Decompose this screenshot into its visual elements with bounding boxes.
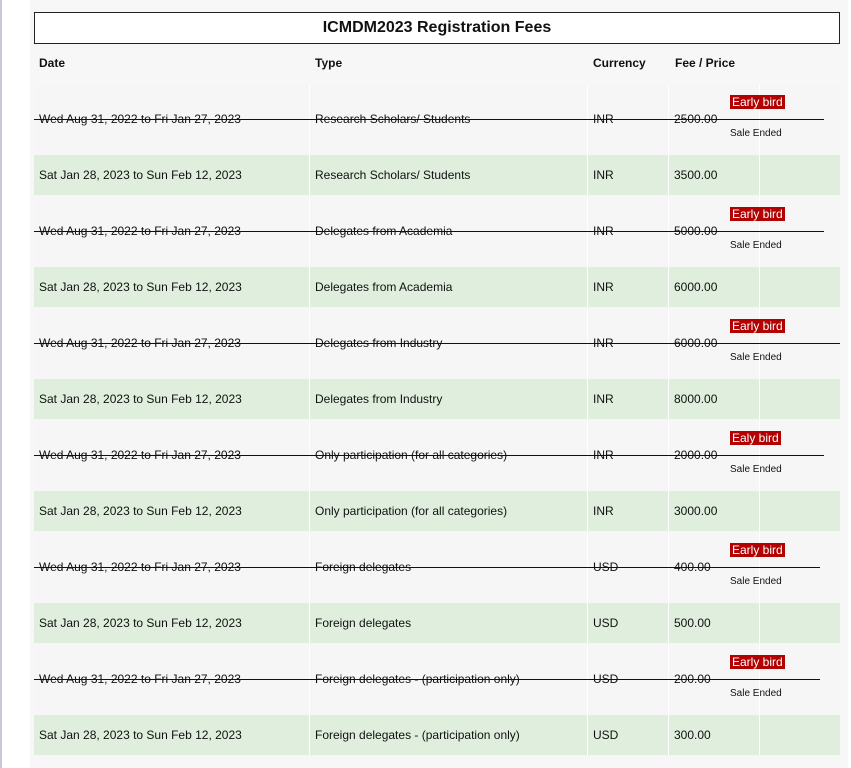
fee-row-ended: Wed Aug 31, 2022 to Fri Jan 27, 2023 Dele… bbox=[34, 196, 840, 266]
fee-row-ended: Wed Aug 31, 2022 to Fri Jan 27, 2023 Rese… bbox=[34, 84, 840, 154]
sale-ended-label: Sale Ended bbox=[730, 352, 782, 363]
row-tag-cell bbox=[759, 491, 840, 531]
row-tag-cell bbox=[759, 603, 840, 643]
row-currency: INR bbox=[587, 379, 668, 419]
header-currency: Currency bbox=[593, 56, 646, 70]
header-type: Type bbox=[315, 56, 343, 70]
row-date: Sat Jan 28, 2023 to Sun Feb 12, 2023 bbox=[39, 616, 242, 630]
sale-ended-label: Sale Ended bbox=[730, 688, 782, 699]
early-bird-badge: Early bird bbox=[730, 207, 785, 221]
row-tag-cell bbox=[759, 267, 840, 307]
fee-row-ended: Wed Aug 31, 2022 to Fri Jan 27, 2023 Only… bbox=[34, 420, 840, 490]
row-fee: 3000.00 bbox=[668, 491, 759, 531]
early-bird-badge: Early bird bbox=[730, 543, 785, 557]
row-type: Only participation (for all categories) bbox=[309, 491, 587, 531]
fee-row-active: Sat Jan 28, 2023 to Sun Feb 12, 2023 Dele… bbox=[34, 379, 840, 419]
early-bird-badge: Ealy bird bbox=[730, 431, 781, 445]
row-date: Sat Jan 28, 2023 to Sun Feb 12, 2023 bbox=[39, 504, 242, 518]
row-date: Sat Jan 28, 2023 to Sun Feb 12, 2023 bbox=[39, 280, 242, 294]
row-fee: 300.00 bbox=[668, 715, 759, 755]
fee-row-ended: Wed Aug 31, 2022 to Fri Jan 27, 2023 Fore… bbox=[34, 644, 840, 714]
sale-ended-label: Sale Ended bbox=[730, 128, 782, 139]
row-type: Delegates from Industry bbox=[309, 379, 587, 419]
strikethrough-line bbox=[34, 231, 824, 232]
strikethrough-line bbox=[34, 119, 824, 120]
row-type: Delegates from Academia bbox=[309, 267, 587, 307]
early-bird-badge: Early bird bbox=[730, 319, 785, 333]
row-tag-cell bbox=[759, 155, 840, 195]
row-currency: INR bbox=[587, 491, 668, 531]
row-tag-cell bbox=[759, 379, 840, 419]
row-fee: 3500.00 bbox=[668, 155, 759, 195]
strikethrough-line bbox=[34, 567, 820, 568]
row-date: Sat Jan 28, 2023 to Sun Feb 12, 2023 bbox=[39, 728, 242, 742]
row-tag-cell bbox=[759, 715, 840, 755]
fee-row-active: Sat Jan 28, 2023 to Sun Feb 12, 2023 Fore… bbox=[34, 715, 840, 755]
early-bird-badge: Early bird bbox=[730, 95, 785, 109]
header-fee: Fee / Price bbox=[675, 56, 736, 70]
fee-row-active: Sat Jan 28, 2023 to Sun Feb 12, 2023 Dele… bbox=[34, 267, 840, 307]
strikethrough-line bbox=[34, 455, 824, 456]
row-fee: 6000.00 bbox=[668, 267, 759, 307]
fee-row-ended: Wed Aug 31, 2022 to Fri Jan 27, 2023 Dele… bbox=[34, 308, 840, 378]
page-left-border bbox=[0, 0, 2, 768]
header-date: Date bbox=[39, 56, 66, 70]
row-type: Foreign delegates - (participation only) bbox=[309, 715, 587, 755]
sale-ended-label: Sale Ended bbox=[730, 240, 782, 251]
row-date: Sat Jan 28, 2023 to Sun Feb 12, 2023 bbox=[39, 168, 242, 182]
row-fee: 8000.00 bbox=[668, 379, 759, 419]
sale-ended-label: Sale Ended bbox=[730, 576, 782, 587]
row-date: Sat Jan 28, 2023 to Sun Feb 12, 2023 bbox=[39, 392, 242, 406]
fee-row-active: Sat Jan 28, 2023 to Sun Feb 12, 2023 Only… bbox=[34, 491, 840, 531]
fee-row-ended: Wed Aug 31, 2022 to Fri Jan 27, 2023 Fore… bbox=[34, 532, 840, 602]
early-bird-badge: Early bird bbox=[730, 655, 785, 669]
row-type: Foreign delegates bbox=[309, 603, 587, 643]
row-currency: USD bbox=[587, 603, 668, 643]
row-currency: INR bbox=[587, 155, 668, 195]
strikethrough-line bbox=[34, 343, 840, 344]
sale-ended-label: Sale Ended bbox=[730, 464, 782, 475]
fee-row-active: Sat Jan 28, 2023 to Sun Feb 12, 2023 Rese… bbox=[34, 155, 840, 195]
row-currency: USD bbox=[587, 715, 668, 755]
strikethrough-line bbox=[34, 679, 820, 680]
fee-row-active: Sat Jan 28, 2023 to Sun Feb 12, 2023 Fore… bbox=[34, 603, 840, 643]
page-title: ICMDM2023 Registration Fees bbox=[34, 12, 840, 44]
row-type: Research Scholars/ Students bbox=[309, 155, 587, 195]
row-currency: INR bbox=[587, 267, 668, 307]
row-fee: 500.00 bbox=[668, 603, 759, 643]
